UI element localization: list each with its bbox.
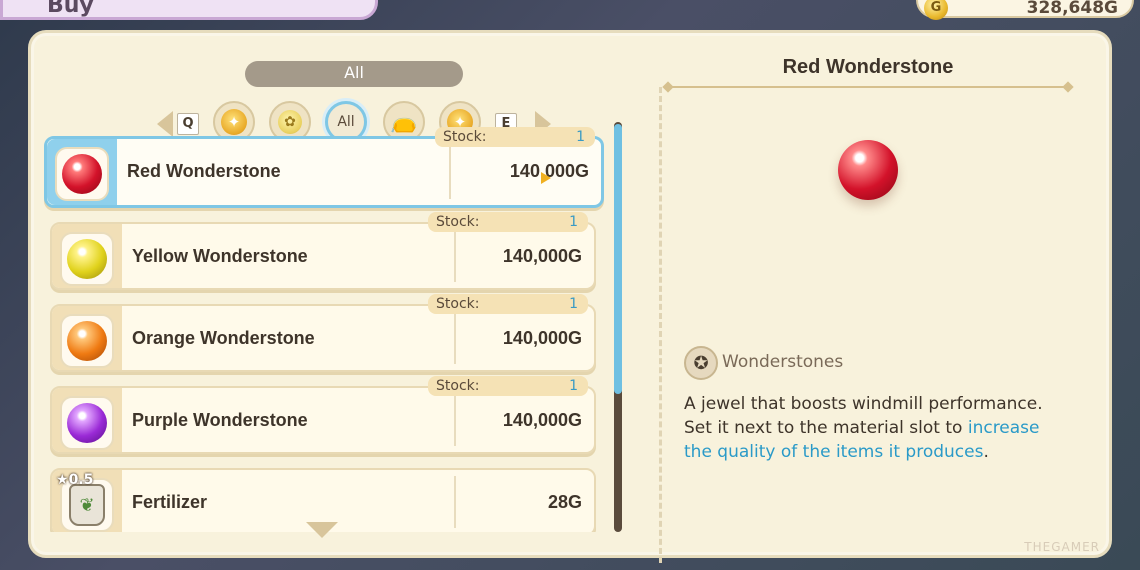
stock-count: 1 <box>576 129 585 145</box>
wonderstones-category-icon: ✪ <box>684 346 718 380</box>
item-icon-frame <box>60 396 114 450</box>
detail-description: A jewel that boosts windmill performance… <box>684 392 1054 464</box>
stock-badge: Stock: 1 <box>435 127 595 147</box>
stock-badge: Stock: 1 <box>428 294 588 314</box>
shop-mode-title: Buy <box>47 0 94 18</box>
item-price: 140,000G <box>502 328 582 348</box>
coin-icon: G <box>924 0 948 20</box>
money-amount: 328,648G <box>1026 0 1118 18</box>
scroll-down-icon[interactable] <box>306 522 338 538</box>
stock-label: Stock: <box>436 378 480 394</box>
detail-red-gem-icon <box>838 140 898 200</box>
item-name: Red Wonderstone <box>127 161 281 181</box>
item-row-red-wonderstone[interactable]: Red Wonderstone 140,000G Stock: 1 <box>44 127 604 208</box>
stock-label: Stock: <box>443 129 487 145</box>
stock-badge: Stock: 1 <box>428 212 588 232</box>
quality-rating-value: 0.5 <box>68 472 94 488</box>
list-scrollbar-thumb[interactable] <box>614 124 622 394</box>
item-price: 28G <box>547 492 582 512</box>
money-display: G 328,648G <box>916 0 1134 20</box>
detail-category: Wonderstones <box>722 352 844 372</box>
item-name: Orange Wonderstone <box>132 328 315 348</box>
description-end: . <box>983 442 989 462</box>
item-row-orange-wonderstone[interactable]: Orange Wonderstone 140,000G Stock: 1 <box>50 294 596 372</box>
item-name: Purple Wonderstone <box>132 410 308 430</box>
item-list: Red Wonderstone 140,000G Stock: 1 Yellow… <box>40 112 608 532</box>
item-icon-frame <box>55 147 109 201</box>
stock-count: 1 <box>569 378 578 394</box>
detail-title-underline <box>668 86 1068 88</box>
cursor-pointer-icon <box>541 172 551 184</box>
panel-divider <box>659 87 662 563</box>
item-icon-frame <box>60 314 114 368</box>
item-icon-frame <box>60 232 114 286</box>
item-price: 140,000G <box>502 246 582 266</box>
stock-count: 1 <box>569 296 578 312</box>
stock-label: Stock: <box>436 296 480 312</box>
item-row-purple-wonderstone[interactable]: Purple Wonderstone 140,000G Stock: 1 <box>50 376 596 454</box>
yellow-gem-icon <box>67 239 107 279</box>
shop-mode-tab: Buy <box>0 0 378 20</box>
red-gem-icon <box>62 154 102 194</box>
seed-bag-icon: ❦ <box>69 484 105 526</box>
stock-badge: Stock: 1 <box>428 376 588 396</box>
orange-gem-icon <box>67 321 107 361</box>
item-price: 140,000G <box>502 410 582 430</box>
item-name: Yellow Wonderstone <box>132 246 308 266</box>
detail-title: Red Wonderstone <box>782 56 954 78</box>
item-row-yellow-wonderstone[interactable]: Yellow Wonderstone 140,000G Stock: 1 <box>50 212 596 290</box>
purple-gem-icon <box>67 403 107 443</box>
watermark: THEGAMER <box>1024 540 1100 554</box>
quality-rating: ★0.5 <box>56 472 94 488</box>
item-name: Fertilizer <box>132 492 208 512</box>
stock-count: 1 <box>569 214 578 230</box>
stock-label: Stock: <box>436 214 480 230</box>
category-label: All <box>245 61 463 87</box>
